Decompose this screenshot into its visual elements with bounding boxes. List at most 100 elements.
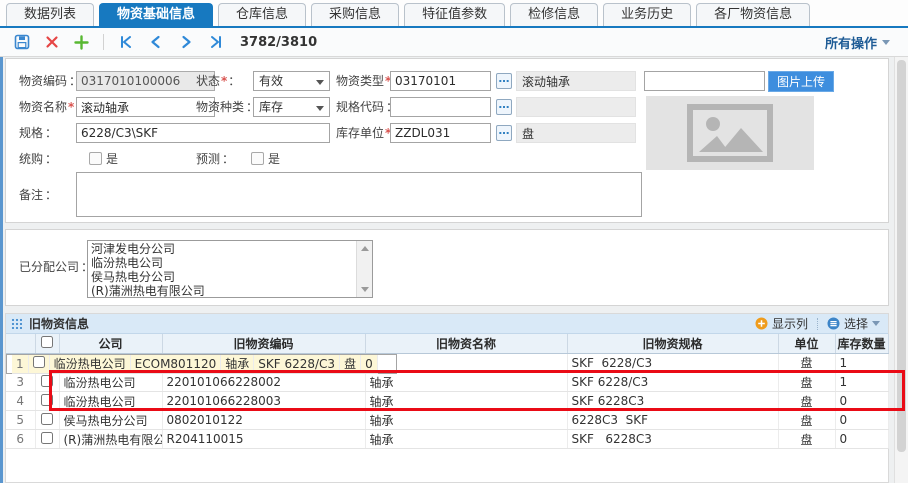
company-list-item[interactable]: 临汾热电公司	[91, 256, 353, 270]
assigned-companies-listbox[interactable]: 河津发电分公司临汾热电公司侯马热电分公司(R)蒲洲热电有限公司	[87, 240, 373, 298]
old-material-section-bar: 旧物资信息 显示列 选择	[6, 314, 888, 334]
select-all-checkbox[interactable]	[41, 336, 53, 348]
forecast-checkbox[interactable]	[251, 152, 264, 165]
select-menu-button[interactable]: 选择	[827, 315, 880, 332]
status-select[interactable]: 有效	[253, 71, 330, 91]
image-upload-button[interactable]: 图片上传	[768, 71, 834, 92]
forecast-label: 预测：	[196, 149, 234, 169]
row-checkbox[interactable]	[41, 394, 53, 406]
chevron-down-icon	[872, 321, 880, 326]
type-display: 滚动轴承	[516, 71, 636, 91]
spec-field[interactable]	[76, 123, 330, 143]
name-field[interactable]	[76, 97, 215, 117]
type-lookup-button[interactable]: …	[496, 73, 512, 89]
cell-old-name: 轴承	[365, 392, 567, 411]
assigned-companies-label: 已分配公司：	[19, 257, 93, 277]
drag-handle-icon[interactable]	[11, 318, 22, 329]
row-checkbox[interactable]	[41, 413, 53, 425]
tab[interactable]: 采购信息	[311, 3, 399, 26]
tab[interactable]: 物资基础信息	[99, 3, 213, 26]
remarks-label: 备注：	[19, 185, 57, 205]
unified-purchase-checkbox[interactable]	[89, 152, 102, 165]
cell-old-spec: SKF 6228/C3	[254, 355, 340, 374]
row-checkbox[interactable]	[41, 375, 53, 387]
old-material-table: 公司 旧物资编码 旧物资名称 旧物资规格 单位 库存数量 1临汾热电公司ECOM…	[6, 334, 889, 449]
tab[interactable]: 检修信息	[510, 3, 598, 26]
remarks-textarea[interactable]	[76, 172, 642, 217]
cell-old-spec: SKF 6228C3	[567, 430, 778, 449]
scroll-up-icon[interactable]	[361, 246, 369, 251]
tab-bar: 数据列表物资基础信息仓库信息采购信息特征值参数检修信息业务历史各厂物资信息	[0, 0, 908, 28]
all-operations-button[interactable]: 所有操作	[825, 33, 890, 52]
chevron-down-icon	[316, 80, 324, 85]
last-record-icon[interactable]	[207, 34, 224, 51]
show-columns-button[interactable]: 显示列	[755, 315, 808, 332]
cell-old-spec: SKF 6228/C3	[567, 354, 778, 373]
tab[interactable]: 数据列表	[6, 3, 94, 26]
old-material-tbody: 1临汾热电公司ECOM801120轴承SKF 6228/C3盘02临汾热电公司2…	[6, 353, 888, 449]
type-field[interactable]	[390, 71, 491, 91]
left-accent-strip	[0, 57, 3, 483]
status-label: 状态*：	[196, 71, 240, 91]
cell-old-name: 轴承	[365, 373, 567, 392]
table-row[interactable]: 5侯马热电分公司0802010122轴承6228C3 SKF盘0	[6, 411, 888, 430]
cell-unit: 盘	[340, 355, 361, 374]
company-list-item[interactable]: 侯马热电分公司	[91, 270, 353, 284]
cell-checkbox	[35, 373, 59, 392]
material-image-placeholder	[646, 96, 814, 170]
stock-unit-field[interactable]	[390, 123, 491, 143]
select-menu-icon	[827, 317, 840, 330]
cell-old-code: 0802010122	[162, 411, 365, 430]
save-icon[interactable]	[13, 34, 30, 51]
company-list-item[interactable]: (R)蒲洲热电有限公司	[91, 284, 353, 298]
add-icon[interactable]	[73, 34, 90, 51]
old-spec-header: 旧物资规格	[567, 334, 778, 353]
table-row[interactable]: 3临汾热电公司220101066228002轴承SKF 6228/C3盘1	[6, 373, 888, 392]
tab[interactable]: 各厂物资信息	[696, 3, 810, 26]
table-row[interactable]: 1临汾热电公司ECOM801120轴承SKF 6228/C3盘0	[6, 354, 397, 374]
all-operations-label: 所有操作	[825, 33, 877, 52]
cell-qty: 0	[835, 430, 888, 449]
tab[interactable]: 业务历史	[603, 3, 691, 26]
cell-old-code: R204110015	[162, 430, 365, 449]
cell-unit: 盘	[778, 392, 835, 411]
row-checkbox[interactable]	[33, 356, 45, 368]
row-checkbox[interactable]	[41, 432, 53, 444]
toolbar: 3782/3810 所有操作	[0, 28, 908, 57]
cell-old-code: ECOM801120	[130, 355, 221, 374]
delete-icon[interactable]	[43, 34, 60, 51]
unit-header: 单位	[778, 334, 835, 353]
cell-company: 侯马热电分公司	[59, 411, 162, 430]
page-scrollbar[interactable]	[894, 57, 908, 483]
cell-old-code: 220101066228002	[162, 373, 365, 392]
cell-company: 临汾热电公司	[59, 373, 162, 392]
cell-checkbox	[35, 430, 59, 449]
tab[interactable]: 特征值参数	[404, 3, 505, 26]
cell-unit: 盘	[778, 430, 835, 449]
company-list-item[interactable]: 河津发电分公司	[91, 242, 353, 256]
prev-record-icon[interactable]	[147, 34, 164, 51]
spec-label: 规格：	[19, 123, 57, 143]
qty-header: 库存数量	[835, 334, 888, 353]
spec-code-field[interactable]	[390, 97, 491, 117]
page-scrollbar-thumb[interactable]	[897, 60, 906, 452]
image-path-field[interactable]	[644, 71, 765, 91]
kind-select[interactable]: 库存	[253, 97, 330, 117]
table-row[interactable]: 4临汾热电公司220101066228003轴承SKF 6228C3盘0	[6, 392, 888, 411]
tab[interactable]: 仓库信息	[218, 3, 306, 26]
stock-unit-lookup-button[interactable]: …	[496, 125, 512, 141]
next-record-icon[interactable]	[177, 34, 194, 51]
cell-checkbox	[28, 355, 49, 374]
table-row[interactable]: 6(R)蒲洲热电有限公司R204110015轴承SKF 6228C3盘0	[6, 430, 888, 449]
listbox-scrollbar[interactable]	[356, 241, 372, 297]
cell-old-name: 轴承	[365, 411, 567, 430]
unified-purchase-checkbox-label: 是	[106, 152, 118, 166]
cell-row-number: 1	[12, 355, 28, 374]
first-record-icon[interactable]	[117, 34, 134, 51]
cell-qty: 0	[835, 392, 888, 411]
scroll-down-icon[interactable]	[361, 287, 369, 292]
row-number-header	[6, 334, 35, 353]
cell-row-number: 3	[6, 373, 35, 392]
spec-code-lookup-button[interactable]: …	[496, 99, 512, 115]
old-code-header: 旧物资编码	[162, 334, 365, 353]
